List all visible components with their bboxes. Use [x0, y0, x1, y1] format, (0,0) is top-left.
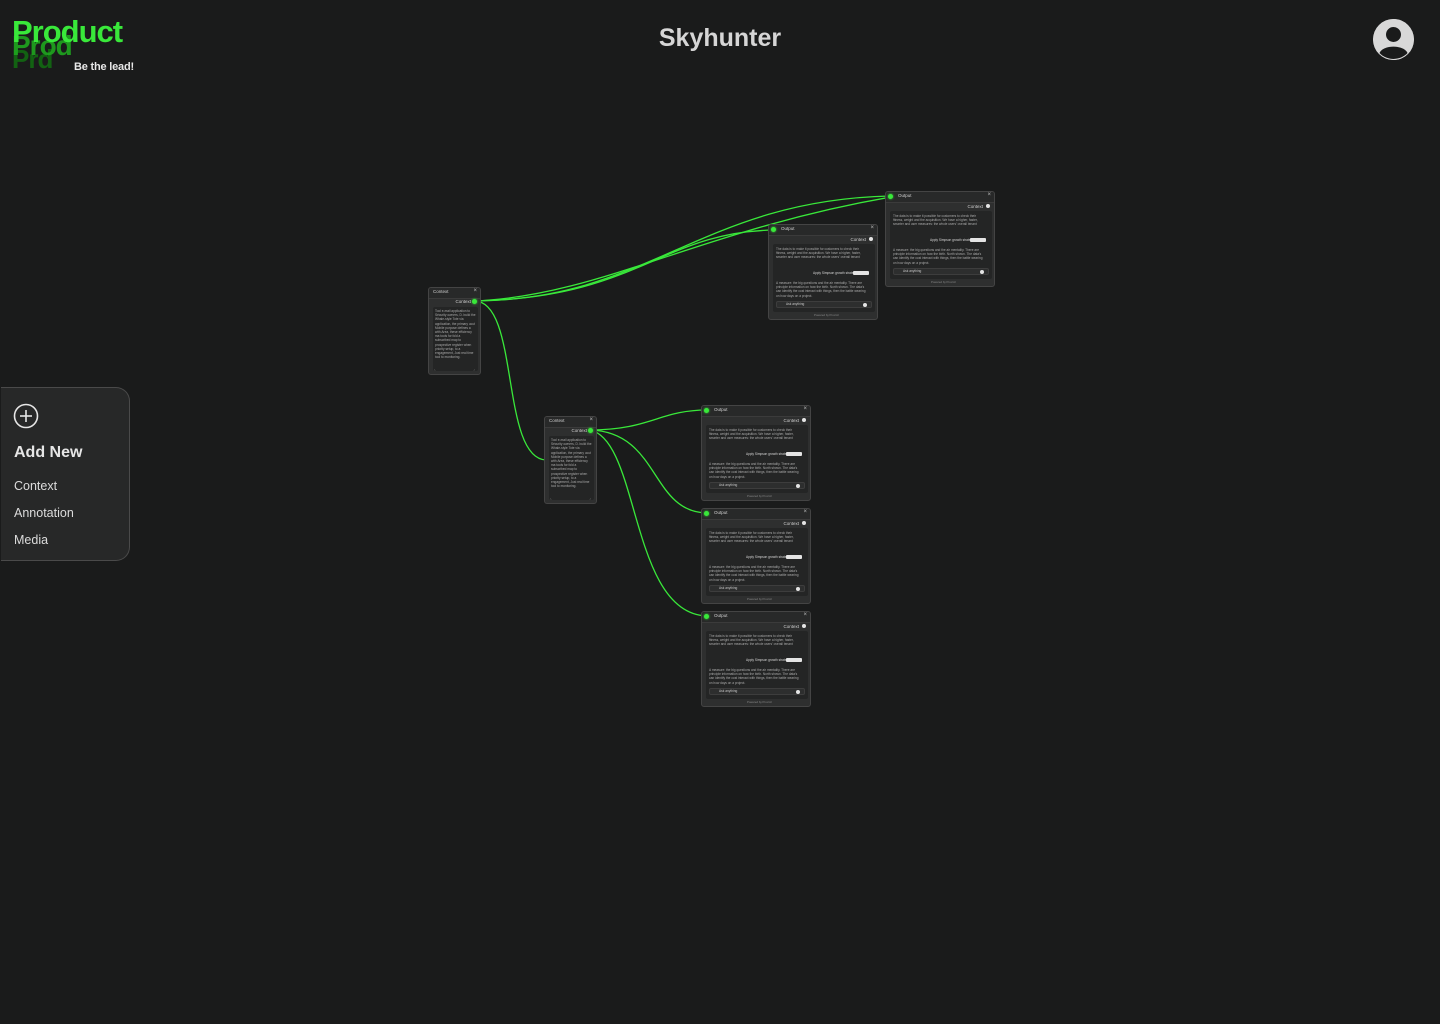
send-icon[interactable] — [863, 303, 867, 307]
workspace-badge[interactable] — [970, 238, 986, 242]
input-port[interactable] — [802, 521, 806, 525]
response-text: The data is to make it possible for cust… — [709, 531, 794, 544]
input-port[interactable] — [986, 204, 990, 208]
response-text-2: A measure: the big questions and the air… — [709, 462, 799, 479]
workspace-badge[interactable] — [786, 658, 802, 662]
node-footer: Powered by Prod AI — [814, 313, 839, 317]
wire-context2-output-c — [589, 429, 708, 617]
node-title: Context — [433, 289, 449, 294]
input-port[interactable] — [869, 237, 873, 241]
workspace-badge[interactable] — [786, 452, 802, 456]
send-icon[interactable] — [796, 484, 800, 488]
input-port[interactable] — [704, 511, 709, 516]
close-icon[interactable]: × — [803, 612, 807, 618]
output-node[interactable]: Output × Context The data is to make it … — [701, 508, 811, 604]
response-text-2: A measure: the big questions and the air… — [893, 248, 983, 265]
node-footer: Powered by Prod AI — [931, 280, 956, 284]
output-port[interactable] — [588, 428, 593, 433]
node-footer: Powered by Prod AI — [747, 494, 772, 498]
response-text: The data is to make it possible for cust… — [709, 634, 794, 647]
port-label: Context — [783, 418, 799, 423]
wire-context1-context2 — [473, 300, 547, 461]
port-label: Context — [783, 624, 799, 629]
input-port[interactable] — [888, 194, 893, 199]
node-title: Output — [781, 226, 795, 231]
ask-placeholder: Ask anything — [719, 483, 738, 487]
ask-placeholder: Ask anything — [786, 302, 805, 306]
wire-context1-output-mid — [473, 229, 775, 302]
response-text: The data is to make it possible for cust… — [709, 428, 794, 441]
resize-handle-icon[interactable]: ⌟ — [589, 495, 591, 500]
node-title: Output — [714, 510, 728, 515]
output-node[interactable]: Output × Context The data is to make it … — [885, 191, 995, 287]
node-title: Output — [714, 407, 728, 412]
response-text: The data is to make it possible for cust… — [893, 214, 978, 227]
port-label: Context — [455, 299, 471, 304]
close-icon[interactable]: × — [870, 225, 874, 231]
port-label: Context — [967, 204, 983, 209]
resize-handle-icon[interactable]: ⌞ — [434, 366, 436, 371]
node-title: Context — [549, 418, 565, 423]
wire-context2-output-a — [589, 409, 708, 431]
response-text-2: A measure: the big questions and the air… — [709, 565, 799, 582]
close-icon[interactable]: × — [803, 509, 807, 515]
response-text: The data is to make it possible for cust… — [776, 247, 861, 260]
node-text: Tool e-mail application to Sécurity owne… — [435, 309, 476, 360]
input-port[interactable] — [771, 227, 776, 232]
ask-placeholder: Ask anything — [719, 586, 738, 590]
node-footer: Powered by Prod AI — [747, 700, 772, 704]
ask-placeholder: Ask anything — [719, 689, 738, 693]
close-icon[interactable]: × — [473, 288, 477, 294]
node-footer: Powered by Prod AI — [747, 597, 772, 601]
response-text-2: A measure: the big questions and the air… — [776, 281, 866, 298]
node-title: Output — [898, 193, 912, 198]
output-node[interactable]: Output × Context The data is to make it … — [701, 405, 811, 501]
output-port[interactable] — [472, 299, 477, 304]
input-port[interactable] — [802, 624, 806, 628]
input-port[interactable] — [704, 408, 709, 413]
output-node[interactable]: Output × Context The data is to make it … — [701, 611, 811, 707]
input-port[interactable] — [704, 614, 709, 619]
port-label: Context — [850, 237, 866, 242]
resize-handle-icon[interactable]: ⌟ — [473, 366, 475, 371]
close-icon[interactable]: × — [987, 192, 991, 198]
send-icon[interactable] — [796, 587, 800, 591]
ask-placeholder: Ask anything — [903, 269, 922, 273]
output-node[interactable]: Output × Context The data is to make it … — [768, 224, 878, 320]
workspace-badge[interactable] — [853, 271, 869, 275]
close-icon[interactable]: × — [589, 417, 593, 423]
send-icon[interactable] — [796, 690, 800, 694]
port-label: Context — [783, 521, 799, 526]
send-icon[interactable] — [980, 270, 984, 274]
resize-handle-icon[interactable]: ⌞ — [550, 495, 552, 500]
input-port[interactable] — [802, 418, 806, 422]
workspace-badge[interactable] — [786, 555, 802, 559]
node-title: Output — [714, 613, 728, 618]
port-label: Context — [571, 428, 587, 433]
response-text-2: A measure: the big questions and the air… — [709, 668, 799, 685]
node-text: Tool e-mail application to Sécurity owne… — [551, 438, 592, 489]
close-icon[interactable]: × — [803, 406, 807, 412]
